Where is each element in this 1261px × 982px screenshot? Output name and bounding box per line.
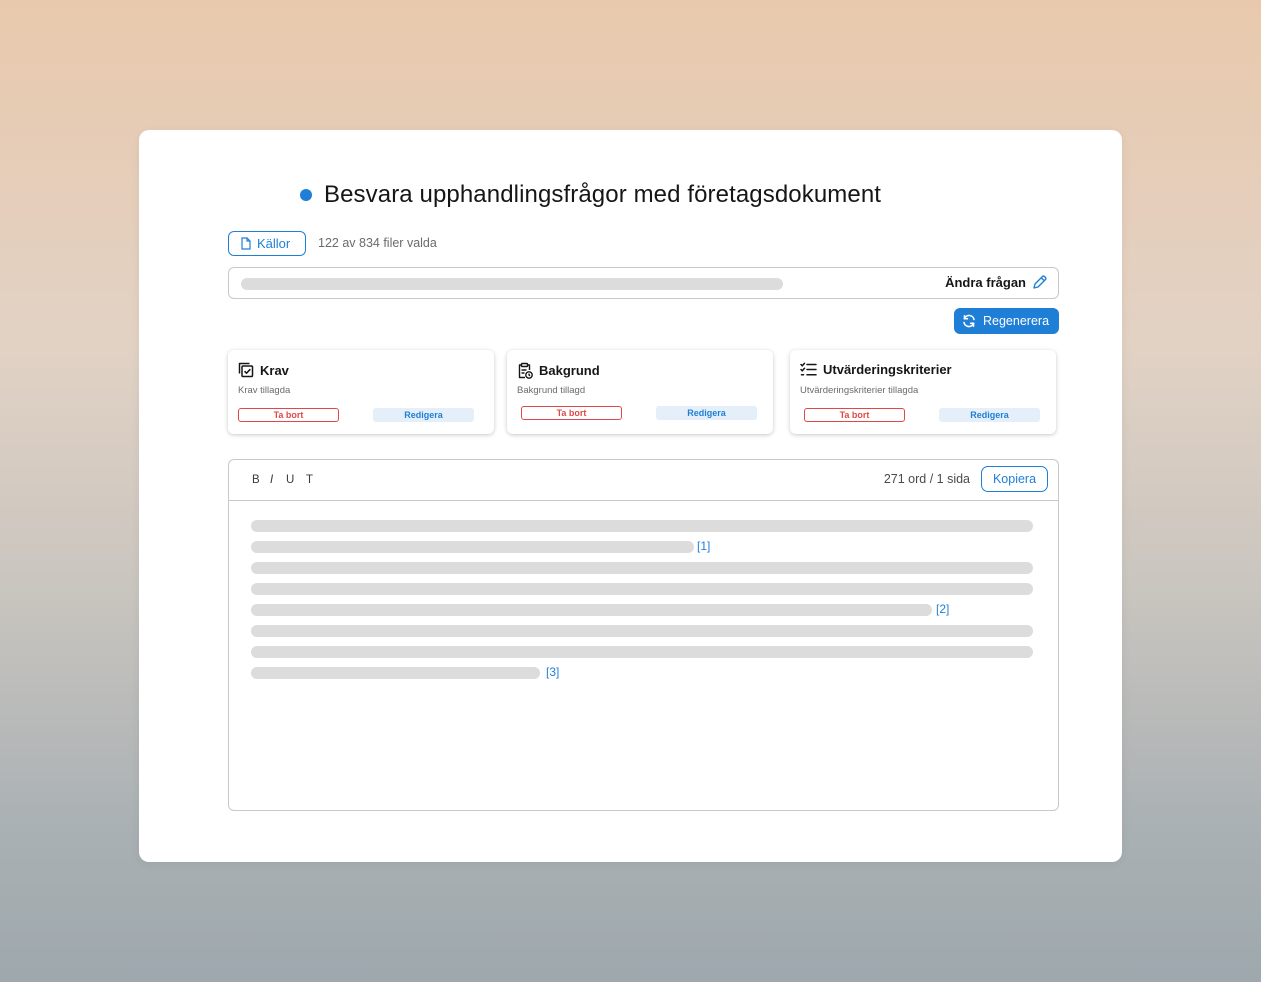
card-title: Krav	[260, 362, 289, 378]
format-buttons: B I U T	[252, 474, 322, 486]
card-title: Utvärderingskriterier	[823, 362, 952, 377]
card-subtitle: Krav tillagda	[238, 385, 291, 396]
sources-button-label: Källor	[257, 236, 291, 251]
pencil-icon	[1033, 275, 1047, 289]
document-icon	[241, 237, 251, 250]
text-line-placeholder	[251, 667, 540, 679]
evaluation-criteria-card: Utvärderingskriterier Utvärderingskriter…	[790, 350, 1056, 434]
page-title-row: Besvara upphandlingsfrågor med företagsd…	[300, 180, 881, 210]
files-selected-count: 122 av 834 filer valda	[318, 236, 437, 250]
question-field[interactable]: Ändra frågan	[228, 267, 1059, 299]
text-line-placeholder	[251, 541, 694, 553]
citation-link[interactable]: [2]	[936, 602, 949, 616]
sources-button[interactable]: Källor	[228, 231, 306, 256]
edit-button[interactable]: Redigera	[939, 408, 1040, 422]
citation-link[interactable]: [1]	[697, 539, 710, 553]
remove-button[interactable]: Ta bort	[804, 408, 905, 422]
answer-editor[interactable]: B I U T 271 ord / 1 sida Kopiera [1] [2]…	[228, 459, 1059, 811]
clipboard-clock-icon	[518, 362, 533, 379]
card-header: Bakgrund	[517, 362, 600, 379]
remove-button[interactable]: Ta bort	[521, 406, 622, 420]
status-dot	[300, 189, 312, 201]
italic-button[interactable]: I	[270, 474, 286, 486]
underline-button[interactable]: U	[286, 474, 306, 486]
text-line-placeholder	[251, 604, 932, 616]
edit-button[interactable]: Redigera	[656, 406, 757, 420]
requirements-card: Krav Krav tillagda Ta bort Redigera	[228, 350, 494, 434]
edit-button[interactable]: Redigera	[373, 408, 474, 422]
edit-question-button[interactable]: Ändra frågan	[945, 275, 1047, 290]
text-line-placeholder	[251, 562, 1033, 574]
citation-link[interactable]: [3]	[546, 665, 559, 679]
text-line-placeholder	[251, 583, 1033, 595]
text-line-placeholder	[251, 625, 1033, 637]
regenerate-button[interactable]: Regenerera	[954, 308, 1059, 334]
editor-toolbar: B I U T 271 ord / 1 sida Kopiera	[229, 460, 1058, 501]
regenerate-label: Regenerera	[983, 314, 1050, 328]
card-title: Bakgrund	[539, 363, 600, 378]
text-line-placeholder	[251, 520, 1033, 532]
refresh-icon	[963, 314, 975, 328]
edit-question-label: Ändra frågan	[945, 275, 1026, 290]
card-header: Krav	[238, 362, 289, 378]
text-line-placeholder	[251, 646, 1033, 658]
bold-button[interactable]: B	[252, 474, 270, 486]
remove-button[interactable]: Ta bort	[238, 408, 339, 422]
word-count: 271 ord / 1 sida	[883, 472, 970, 486]
page-title: Besvara upphandlingsfrågor med företagsd…	[324, 181, 882, 208]
checklist-icon	[800, 362, 817, 376]
copy-button[interactable]: Kopiera	[981, 466, 1048, 492]
question-text-placeholder	[241, 278, 783, 290]
checkbox-stack-icon	[238, 362, 254, 378]
card-subtitle: Utvärderingskriterier tillagda	[800, 385, 919, 396]
background-card: Bakgrund Bakgrund tillagd Ta bort Redige…	[507, 350, 773, 434]
text-style-button[interactable]: T	[306, 474, 322, 486]
main-card: Besvara upphandlingsfrågor med företagsd…	[139, 130, 1122, 862]
card-header: Utvärderingskriterier	[800, 362, 952, 377]
card-subtitle: Bakgrund tillagd	[517, 385, 586, 396]
